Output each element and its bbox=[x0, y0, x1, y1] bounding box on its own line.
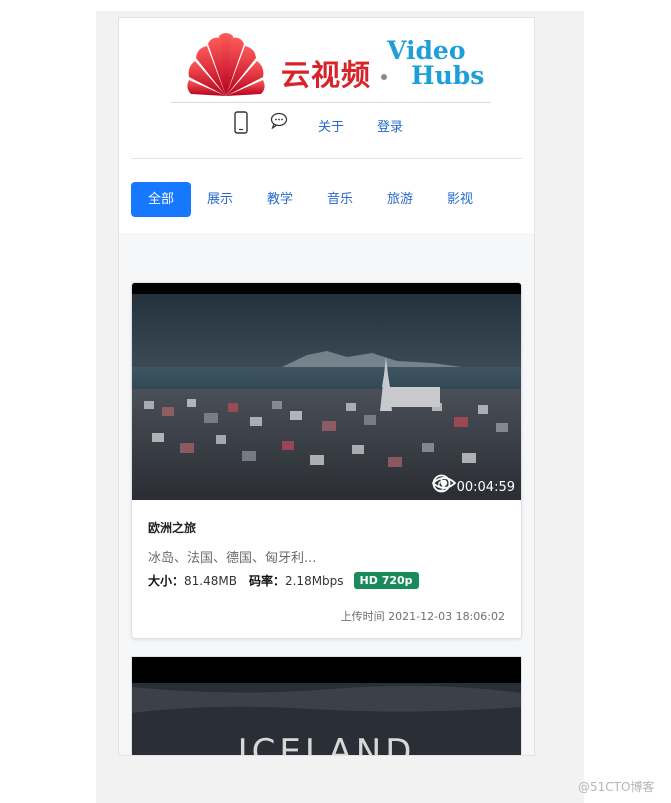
video-thumbnail-2-text: ICELAND bbox=[237, 732, 416, 756]
tab-travel[interactable]: 旅游 bbox=[387, 182, 413, 217]
quality-badge: HD 720p bbox=[353, 572, 419, 589]
video-size: 81.48MB bbox=[184, 573, 237, 588]
video-meta: 大小： 81.48MB 码率： 2.18Mbps HD 720p bbox=[148, 572, 419, 589]
tab-teaching[interactable]: 教学 bbox=[267, 182, 293, 217]
nav-login-link[interactable]: 登录 bbox=[377, 116, 403, 135]
tab-film[interactable]: 影视 bbox=[447, 182, 473, 217]
nav-divider bbox=[131, 158, 522, 159]
phone-icon[interactable] bbox=[234, 111, 248, 134]
brand-name-cn: 云视频 bbox=[281, 58, 372, 92]
chat-icon[interactable] bbox=[270, 112, 288, 129]
app-frame: 云视频 Video Hubs 关于 登录 全部 展示 教学 音乐 旅游 影视 9… bbox=[118, 17, 535, 756]
huawei-logo-icon[interactable] bbox=[181, 30, 271, 100]
upload-time: 上传时间 2021-12-03 18:06:02 bbox=[340, 610, 505, 623]
brand-name-en-line2: Hubs bbox=[411, 61, 485, 90]
brand-separator-dot bbox=[381, 74, 387, 80]
size-label: 大小： bbox=[148, 574, 185, 588]
nav-about-link[interactable]: 关于 bbox=[318, 116, 344, 135]
watermark: @51CTO博客 bbox=[578, 780, 655, 794]
tab-music[interactable]: 音乐 bbox=[327, 182, 353, 217]
video-bitrate: 2.18Mbps bbox=[284, 573, 344, 588]
video-description: 冰岛、法国、德国、匈牙利... bbox=[148, 551, 317, 566]
bitrate-label: 码率： bbox=[248, 574, 285, 588]
header: 云视频 Video Hubs 关于 登录 全部 展示 教学 音乐 旅游 影视 bbox=[119, 18, 534, 233]
video-stats: 9 00:04:59 bbox=[432, 474, 521, 500]
video-duration: 00:04:59 bbox=[456, 479, 515, 495]
clock-icon bbox=[432, 474, 451, 493]
video-card[interactable]: 9 00:04:59 欧洲之旅 冰岛、法国、德国、匈牙利... 大小： 81.4… bbox=[131, 282, 522, 639]
video-card-2[interactable]: ICELAND bbox=[131, 656, 522, 756]
video-thumbnail-image bbox=[132, 283, 521, 500]
video-thumbnail[interactable]: 9 00:04:59 bbox=[132, 283, 521, 500]
header-divider bbox=[171, 102, 491, 103]
tab-showcase[interactable]: 展示 bbox=[207, 182, 233, 217]
tab-all[interactable]: 全部 bbox=[131, 182, 191, 217]
video-title[interactable]: 欧洲之旅 bbox=[148, 519, 196, 536]
